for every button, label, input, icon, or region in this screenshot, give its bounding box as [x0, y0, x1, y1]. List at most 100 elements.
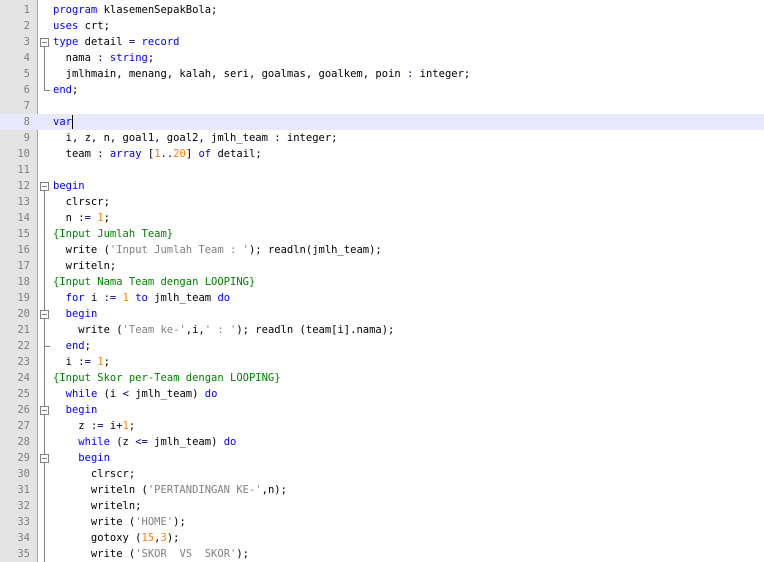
line-code[interactable]: clrscr;: [53, 466, 135, 482]
line-code[interactable]: uses crt;: [53, 18, 110, 34]
code-text: ;: [128, 420, 136, 432]
code-line[interactable]: 7: [0, 98, 764, 114]
code-line[interactable]: 4 nama : string;: [0, 50, 764, 66]
line-code[interactable]: var: [53, 114, 72, 130]
code-line[interactable]: 15 {Input Jumlah Team}: [0, 226, 764, 242]
line-code[interactable]: begin: [53, 306, 98, 322]
code-text: write (: [53, 548, 136, 560]
comment-token: {Input Skor per-Team dengan LOOPING}: [53, 372, 281, 384]
line-code[interactable]: jmlhmain, menang, kalah, seri, goalmas, …: [53, 66, 471, 82]
line-code[interactable]: gotoxy (15,3);: [53, 530, 180, 546]
code-line[interactable]: 2 uses crt;: [0, 18, 764, 34]
code-text: ,n);: [261, 484, 287, 496]
line-number: 5: [23, 68, 30, 80]
code-text: ;: [71, 84, 79, 96]
comment-token: {Input Nama Team dengan LOOPING}: [53, 276, 256, 288]
code-line[interactable]: 31 writeln ('PERTANDINGAN KE-',n);: [0, 482, 764, 498]
line-code[interactable]: writeln;: [53, 498, 142, 514]
line-code[interactable]: i, z, n, goal1, goal2, jmlh_team : integ…: [53, 130, 338, 146]
code-line[interactable]: 6 end;: [0, 82, 764, 98]
code-line[interactable]: 30 clrscr;: [0, 466, 764, 482]
code-line[interactable]: 17 writeln;: [0, 258, 764, 274]
keyword-token: end: [53, 84, 72, 96]
code-editor[interactable]: 1 program klasemenSepakBola; 2 uses crt; 3 ty…: [0, 0, 764, 562]
code-line[interactable]: 14 n := 1;: [0, 210, 764, 226]
code-line[interactable]: 33 write ('HOME');: [0, 514, 764, 530]
keyword-token: begin: [78, 452, 110, 464]
code-line[interactable]: 11: [0, 162, 764, 178]
code-line[interactable]: 1 program klasemenSepakBola;: [0, 2, 764, 18]
code-line[interactable]: 24 {Input Skor per-Team dengan LOOPING}: [0, 370, 764, 386]
code-line[interactable]: 28 while (z <= jmlh_team) do: [0, 434, 764, 450]
line-number: 1: [23, 4, 30, 16]
code-line[interactable]: 10 team : array [1..20] of detail;: [0, 146, 764, 162]
code-line[interactable]: 29 begin: [0, 450, 764, 466]
code-line[interactable]: 5 jmlhmain, menang, kalah, seri, goalmas…: [0, 66, 764, 82]
line-code[interactable]: nama : string;: [53, 50, 155, 66]
fold-toggle-icon[interactable]: [40, 454, 49, 463]
line-code[interactable]: write ('Team ke-',i,' : '); readln (team…: [53, 322, 394, 338]
code-line[interactable]: 8 var: [0, 114, 764, 130]
line-code[interactable]: type detail = record: [53, 34, 179, 50]
code-text: );: [173, 516, 186, 528]
fold-toggle-icon[interactable]: [40, 406, 49, 415]
code-line[interactable]: 34 gotoxy (15,3);: [0, 530, 764, 546]
line-code[interactable]: write ('SKOR VS SKOR');: [53, 546, 249, 562]
code-line[interactable]: 9 i, z, n, goal1, goal2, jmlh_team : int…: [0, 130, 764, 146]
line-code[interactable]: end;: [53, 82, 78, 98]
line-code[interactable]: team : array [1..20] of detail;: [53, 146, 262, 162]
line-code[interactable]: writeln;: [53, 258, 117, 274]
code-line[interactable]: 13 clrscr;: [0, 194, 764, 210]
code-line[interactable]: 21 write ('Team ke-',i,' : '); readln (t…: [0, 322, 764, 338]
line-number: 20: [17, 308, 30, 320]
code-line[interactable]: 26 begin: [0, 402, 764, 418]
code-line[interactable]: 18 {Input Nama Team dengan LOOPING}: [0, 274, 764, 290]
line-number: 33: [17, 516, 30, 528]
line-number: 23: [17, 356, 30, 368]
code-line[interactable]: 16 write ('Input Jumlah Team : '); readl…: [0, 242, 764, 258]
code-line[interactable]: 27 z := i+1;: [0, 418, 764, 434]
code-line[interactable]: 32 writeln;: [0, 498, 764, 514]
code-line[interactable]: 20 begin: [0, 306, 764, 322]
operator-token: ..: [160, 148, 174, 160]
line-code[interactable]: begin: [53, 402, 98, 418]
code-line[interactable]: 3 type detail = record: [0, 34, 764, 50]
line-code[interactable]: clrscr;: [53, 194, 110, 210]
line-code[interactable]: write ('HOME');: [53, 514, 186, 530]
code-line[interactable]: 35 write ('SKOR VS SKOR');: [0, 546, 764, 562]
fold-toggle-icon[interactable]: [40, 310, 49, 319]
code-text: ;: [147, 52, 155, 64]
line-code[interactable]: while (z <= jmlh_team) do: [53, 434, 236, 450]
line-code[interactable]: {Input Nama Team dengan LOOPING}: [53, 274, 255, 290]
line-number: 34: [17, 532, 30, 544]
code-line[interactable]: 22 end;: [0, 338, 764, 354]
code-line[interactable]: 23 i := 1;: [0, 354, 764, 370]
line-number: 21: [17, 324, 30, 336]
line-code[interactable]: begin: [53, 450, 110, 466]
line-code[interactable]: end;: [53, 338, 91, 354]
code-line[interactable]: 25 while (i < jmlh_team) do: [0, 386, 764, 402]
code-line[interactable]: 19 for i := 1 to jmlh_team do: [0, 290, 764, 306]
line-code[interactable]: program klasemenSepakBola;: [53, 2, 217, 18]
line-number: 15: [17, 228, 30, 240]
number-token: 15: [141, 532, 155, 544]
line-code[interactable]: {Input Jumlah Team}: [53, 226, 173, 242]
fold-toggle-icon[interactable]: [40, 38, 49, 47]
line-code[interactable]: while (i < jmlh_team) do: [53, 386, 218, 402]
code-line[interactable]: 12 begin: [0, 178, 764, 194]
line-code[interactable]: z := i+1;: [53, 418, 135, 434]
fold-toggle-icon[interactable]: [40, 182, 49, 191]
line-code[interactable]: for i := 1 to jmlh_team do: [53, 290, 230, 306]
line-code[interactable]: begin: [53, 178, 85, 194]
keyword-token: of: [198, 148, 212, 160]
line-code[interactable]: writeln ('PERTANDINGAN KE-',n);: [53, 482, 287, 498]
line-number: 16: [17, 244, 30, 256]
fold-end-marker: [44, 346, 50, 347]
line-code[interactable]: i := 1;: [53, 354, 110, 370]
fold-end-marker: [44, 90, 50, 91]
line-code[interactable]: n := 1;: [53, 210, 110, 226]
line-code[interactable]: write ('Input Jumlah Team : '); readln(j…: [53, 242, 382, 258]
string-token: 'Input Jumlah Team : ': [109, 244, 249, 256]
line-code[interactable]: {Input Skor per-Team dengan LOOPING}: [53, 370, 281, 386]
